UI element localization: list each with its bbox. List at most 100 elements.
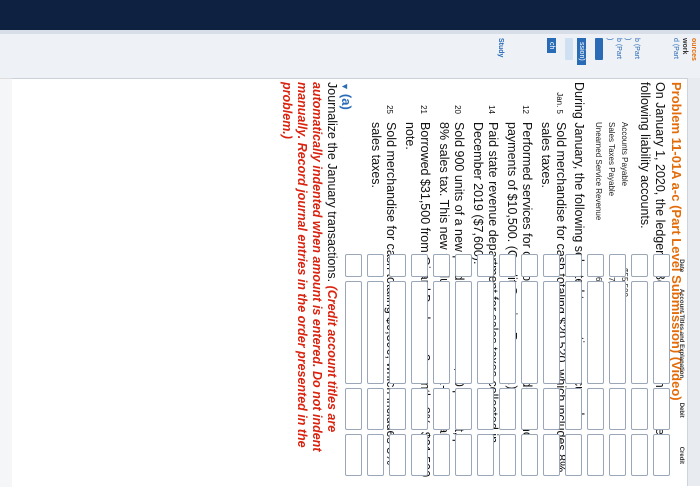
- journal-row: [564, 252, 583, 478]
- account-title-input[interactable]: [411, 280, 428, 385]
- nav-item-resources[interactable]: ources: [689, 34, 698, 78]
- date-input[interactable]: [455, 254, 472, 277]
- date-input[interactable]: [587, 254, 604, 277]
- page-canvas: ources work d (Part b (Part ) b (Part ) …: [0, 0, 700, 487]
- credit-input[interactable]: [411, 434, 428, 476]
- app-sidebar: [0, 0, 700, 30]
- account-title-input[interactable]: [609, 280, 626, 385]
- journal-row: [586, 252, 605, 478]
- debit-input[interactable]: [389, 388, 406, 431]
- date-input[interactable]: [367, 254, 384, 277]
- journal-row: [520, 252, 539, 478]
- account-title-input[interactable]: [521, 280, 538, 385]
- debit-input[interactable]: [653, 388, 670, 431]
- date-input[interactable]: [345, 254, 362, 277]
- credit-input[interactable]: [631, 434, 648, 476]
- credit-input[interactable]: [521, 434, 538, 476]
- account-title-input[interactable]: [587, 280, 604, 385]
- header-date: Date: [678, 259, 684, 273]
- account-title-input[interactable]: [543, 280, 560, 385]
- account-title-input[interactable]: [345, 280, 362, 385]
- panel-right-strip: [0, 78, 12, 487]
- header-credit: Credit: [678, 446, 684, 465]
- credit-input[interactable]: [389, 434, 406, 476]
- credit-input[interactable]: [367, 434, 384, 476]
- nav-button[interactable]: [595, 38, 603, 60]
- assignment-nav: ources work d (Part b (Part ) b (Part ) …: [0, 34, 700, 79]
- journal-row: [344, 252, 363, 478]
- date-input[interactable]: [565, 254, 582, 277]
- debit-input[interactable]: [631, 388, 648, 431]
- account-title-input[interactable]: [389, 280, 406, 385]
- transaction-date: 25: [385, 105, 394, 114]
- ledger-account: Accounts Payable: [620, 122, 629, 187]
- debit-input[interactable]: [565, 388, 582, 431]
- debit-input[interactable]: [477, 388, 494, 431]
- debit-input[interactable]: [543, 388, 560, 431]
- date-input[interactable]: [521, 254, 538, 277]
- account-title-input[interactable]: [631, 280, 648, 385]
- credit-input[interactable]: [587, 434, 604, 476]
- account-title-input[interactable]: [499, 280, 516, 385]
- credit-input[interactable]: [609, 434, 626, 476]
- account-title-input[interactable]: [565, 280, 582, 385]
- nav-item-study[interactable]: Study: [496, 34, 505, 78]
- credit-input[interactable]: [565, 434, 582, 476]
- nav-item-part-b[interactable]: b (Part: [632, 34, 641, 78]
- date-input[interactable]: [653, 254, 670, 277]
- debit-input[interactable]: [455, 388, 472, 431]
- nav-item-work[interactable]: work: [680, 34, 689, 78]
- journal-row: [476, 252, 495, 478]
- nav-button-light[interactable]: [565, 38, 573, 60]
- header-account-titles: Account Titles and Explanation: [678, 288, 684, 379]
- journal-row: [366, 252, 385, 478]
- journal-row: [454, 252, 473, 478]
- nav-item-ch[interactable]: ch: [547, 38, 556, 54]
- credit-input[interactable]: [345, 434, 362, 476]
- part-a-label: (a): [339, 93, 354, 110]
- nav-item-submission[interactable]: ssion): [577, 38, 586, 65]
- nav-item-paren: ): [624, 38, 631, 41]
- debit-input[interactable]: [587, 388, 604, 431]
- debit-input[interactable]: [609, 388, 626, 431]
- debit-input[interactable]: [345, 388, 362, 431]
- credit-input[interactable]: [455, 434, 472, 476]
- transaction-date: Jan. 5: [555, 92, 564, 114]
- account-title-input[interactable]: [477, 280, 494, 385]
- credit-input[interactable]: [543, 434, 560, 476]
- debit-input[interactable]: [367, 388, 384, 431]
- credit-input[interactable]: [499, 434, 516, 476]
- journal-row: [608, 252, 627, 478]
- credit-input[interactable]: [653, 434, 670, 476]
- debit-input[interactable]: [433, 388, 450, 431]
- debit-input[interactable]: [499, 388, 516, 431]
- date-input[interactable]: [433, 254, 450, 277]
- credit-input[interactable]: [477, 434, 494, 476]
- journal-entry-table: Date Account Titles and Explanation Debi…: [16, 252, 688, 478]
- account-title-input[interactable]: [433, 280, 450, 385]
- date-input[interactable]: [631, 254, 648, 277]
- journal-row: [498, 252, 517, 478]
- date-input[interactable]: [477, 254, 494, 277]
- collapse-caret-icon[interactable]: ▼: [340, 82, 350, 91]
- panel-topbar: [687, 78, 700, 486]
- nav-item-part-b2[interactable]: b (Part: [614, 34, 623, 78]
- journal-row: [652, 252, 671, 478]
- account-title-input[interactable]: [367, 280, 384, 385]
- date-input[interactable]: [543, 254, 560, 277]
- date-input[interactable]: [389, 254, 406, 277]
- account-title-input[interactable]: [653, 280, 670, 385]
- debit-input[interactable]: [521, 388, 538, 431]
- nav-item-part-d[interactable]: d (Part: [671, 34, 680, 78]
- journal-row: [388, 252, 407, 478]
- journal-header: Date Account Titles and Explanation Debi…: [674, 252, 688, 478]
- debit-input[interactable]: [411, 388, 428, 431]
- nav-item-paren2: ): [606, 38, 613, 41]
- credit-input[interactable]: [433, 434, 450, 476]
- journal-row: [630, 252, 649, 478]
- date-input[interactable]: [609, 254, 626, 277]
- date-input[interactable]: [499, 254, 516, 277]
- date-input[interactable]: [411, 254, 428, 277]
- account-title-input[interactable]: [455, 280, 472, 385]
- header-debit: Debit: [678, 402, 684, 418]
